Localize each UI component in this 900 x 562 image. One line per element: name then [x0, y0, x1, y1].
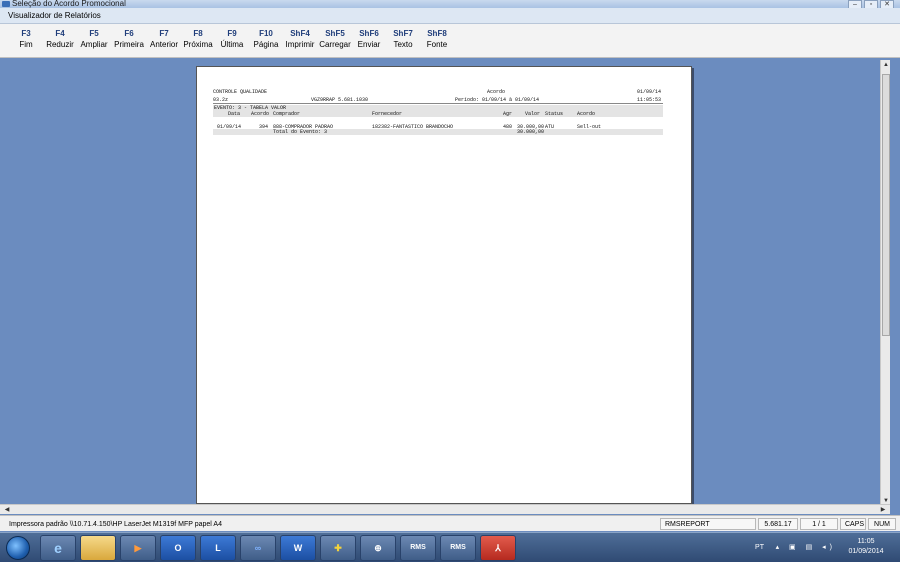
column-header: Valor: [525, 111, 541, 117]
button-label: Última: [220, 40, 244, 49]
rms-app-icon[interactable]: RMS: [440, 535, 476, 561]
column-header: Fornecedor: [372, 111, 403, 117]
outlook-icon[interactable]: O: [160, 535, 196, 561]
end-button[interactable]: F3 Fim: [10, 29, 42, 49]
vertical-scrollbar[interactable]: ▲ ▼: [880, 60, 890, 506]
shortcut-key: F9: [227, 29, 237, 38]
font-button[interactable]: ShF8 Fonte: [421, 29, 453, 49]
print-button[interactable]: ShF4 Imprimir: [284, 29, 316, 49]
column-header: Comprador: [273, 111, 301, 117]
column-header: Acordo: [577, 111, 596, 117]
report-title: CONTROLE QUALIDADE: [213, 89, 268, 95]
caps-indicator: CAPS: [840, 518, 866, 530]
start-button[interactable]: [6, 536, 30, 560]
printer-status: Impressora padrão \\10.71.4.150\HP Laser…: [9, 521, 222, 528]
lync-icon[interactable]: L: [200, 535, 236, 561]
report-name: Acordo: [487, 89, 506, 95]
outer-window-titlebar: Seleção do Acordo Promocional ‒ ▫ ✕: [0, 0, 900, 9]
page-count: 1 / 1: [800, 518, 838, 530]
button-label: Próxima: [183, 40, 213, 49]
report-viewer-titlebar: Visualizador de Relatórios: [0, 8, 900, 24]
total-value: 30.000,00: [517, 129, 545, 135]
media-player-icon[interactable]: ▶: [120, 535, 156, 561]
load-button[interactable]: ShF5 Carregar: [319, 29, 351, 49]
button-label: Anterior: [149, 40, 178, 49]
rms-app-icon[interactable]: RMS: [400, 535, 436, 561]
next-page-button[interactable]: F8 Próxima: [182, 29, 214, 49]
zoom-out-button[interactable]: F4 Reduzir: [44, 29, 76, 49]
page-button[interactable]: F10 Página: [250, 29, 282, 49]
button-label: Fim: [19, 40, 33, 49]
app-manager-icon[interactable]: ✚: [320, 535, 356, 561]
button-label: Fonte: [426, 40, 448, 49]
tray-icons[interactable]: ▴ ▣ ▤ ◂): [776, 543, 836, 551]
send-button[interactable]: ShF6 Enviar: [353, 29, 385, 49]
window-title: Visualizador de Relatórios: [8, 11, 101, 20]
report-id: RMSREPORT: [660, 518, 756, 530]
column-header: Data: [228, 111, 241, 117]
sharing-app-icon[interactable]: ∞: [240, 535, 276, 561]
scroll-left-icon[interactable]: ◀: [2, 505, 12, 515]
num-indicator: NUM: [868, 518, 896, 530]
language-indicator[interactable]: PT: [755, 544, 764, 551]
report-date: 01/09/14: [637, 89, 662, 95]
version: 5.681.17: [758, 518, 798, 530]
clock-date: 01/09/2014: [848, 548, 884, 555]
first-page-button[interactable]: F6 Primeira: [113, 29, 145, 49]
button-label: Primeira: [114, 40, 144, 49]
shortcut-key: F3: [21, 29, 31, 38]
total-label: Total do Evento: 3: [273, 129, 328, 135]
app-icon: [2, 1, 10, 7]
status-bar: Impressora padrão \\10.71.4.150\HP Laser…: [0, 515, 900, 531]
shortcut-key: F10: [259, 29, 273, 38]
zoom-in-button[interactable]: F5 Ampliar: [78, 29, 110, 49]
button-label: Enviar: [357, 40, 381, 49]
shortcut-key: F5: [89, 29, 99, 38]
network-app-icon[interactable]: ⊕: [360, 535, 396, 561]
shortcut-key: ShF5: [325, 29, 345, 38]
button-label: Imprimir: [285, 40, 315, 49]
outer-window-title: Seleção do Acordo Promocional: [12, 0, 126, 8]
clock[interactable]: 11:05 01/09/2014: [838, 537, 894, 557]
word-icon[interactable]: W: [280, 535, 316, 561]
shortcut-key: F8: [193, 29, 203, 38]
document-area[interactable]: CONTROLE QUALIDADE Acordo 01/09/14 03.2z…: [0, 58, 890, 504]
taskbar: e ▶ O L ∞ W ✚ ⊕ RMS RMS ⅄ PT ▴ ▣ ▤ ◂) 11…: [0, 532, 900, 562]
scroll-right-icon[interactable]: ▶: [878, 505, 888, 515]
shortcut-key: F7: [159, 29, 169, 38]
last-page-button[interactable]: F9 Última: [216, 29, 248, 49]
scroll-up-icon[interactable]: ▲: [881, 60, 891, 70]
column-header: Agr: [503, 111, 513, 117]
file-explorer-icon[interactable]: [80, 535, 116, 561]
button-label: Carregar: [319, 40, 351, 49]
shortcut-key: ShF4: [290, 29, 310, 38]
button-label: Página: [253, 40, 279, 49]
clock-time: 11:05: [857, 538, 875, 545]
shortcut-key: ShF6: [359, 29, 379, 38]
internet-explorer-icon[interactable]: e: [40, 535, 76, 561]
shortcut-key: F4: [55, 29, 65, 38]
adobe-reader-icon[interactable]: ⅄: [480, 535, 516, 561]
shortcut-key: F6: [124, 29, 134, 38]
button-label: Texto: [393, 40, 413, 49]
horizontal-scrollbar[interactable]: ◀ ▶: [0, 504, 890, 514]
text-button[interactable]: ShF7 Texto: [387, 29, 419, 49]
button-label: Ampliar: [80, 40, 108, 49]
shortcut-key: ShF8: [427, 29, 447, 38]
divider: [213, 103, 663, 104]
button-label: Reduzir: [46, 40, 74, 49]
toolbar: F3 Fim F4 Reduzir F5 Ampliar F6 Primeira F7 A…: [0, 24, 900, 58]
shortcut-key: ShF7: [393, 29, 413, 38]
report-page: CONTROLE QUALIDADE Acordo 01/09/14 03.2z…: [196, 66, 692, 504]
scroll-thumb[interactable]: [882, 74, 890, 336]
column-header: Status: [545, 111, 564, 117]
previous-page-button[interactable]: F7 Anterior: [148, 29, 180, 49]
column-header: Acordo: [251, 111, 270, 117]
